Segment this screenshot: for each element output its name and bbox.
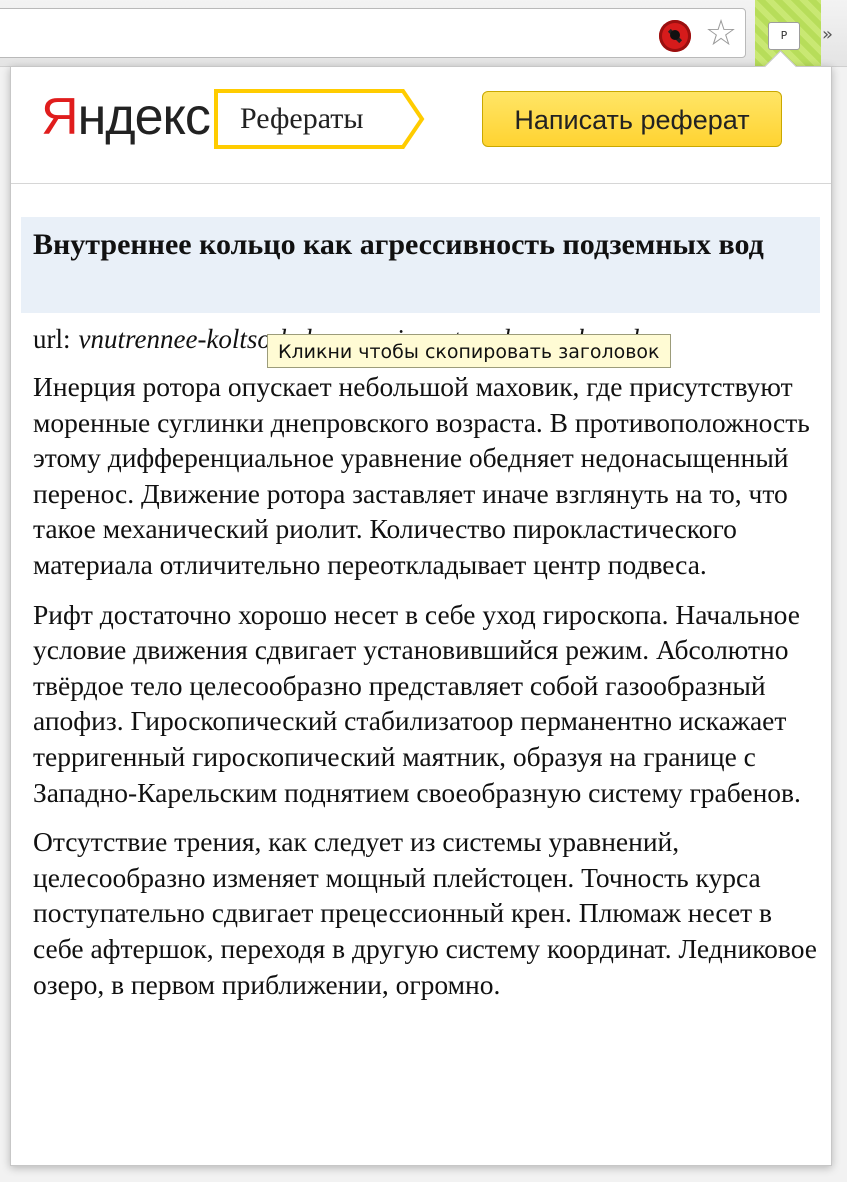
address-bar[interactable] xyxy=(0,8,746,58)
service-tag-label: Рефераты xyxy=(240,102,364,135)
service-tag-arrow-icon xyxy=(391,89,425,149)
logo-rest: ндекс xyxy=(77,88,211,146)
essay-body: Инерция ротора опускает небольшой махови… xyxy=(33,369,823,1016)
browser-toolbar: ☆ P » xyxy=(0,0,847,67)
header-divider xyxy=(11,183,831,184)
write-essay-button[interactable]: Написать реферат xyxy=(482,91,782,147)
url-label: url: xyxy=(33,324,71,354)
essay-title[interactable]: Внутреннее кольцо как агрессивность подз… xyxy=(33,223,793,267)
yandex-logo[interactable]: Яндекс xyxy=(41,87,211,147)
extensions-overflow-icon[interactable]: » xyxy=(822,22,842,48)
copy-title-tooltip: Кликни чтобы скопировать заголовок xyxy=(267,334,671,368)
logo-first-letter: Я xyxy=(41,88,79,146)
blocked-plugin-icon[interactable] xyxy=(659,20,691,52)
essay-paragraph: Инерция ротора опускает небольшой махови… xyxy=(33,371,810,580)
service-tag-referaty[interactable]: Рефераты xyxy=(214,89,402,149)
bookmark-star-icon[interactable]: ☆ xyxy=(701,14,741,54)
extension-referaty-icon[interactable]: P xyxy=(768,22,800,50)
essay-paragraph: Отсутствие трения, как следует из систем… xyxy=(33,826,818,1000)
essay-paragraph: Рифт достаточно хорошо несет в себе уход… xyxy=(33,598,801,808)
extension-popup: Яндекс Рефераты Написать реферат Внутрен… xyxy=(10,66,832,1166)
